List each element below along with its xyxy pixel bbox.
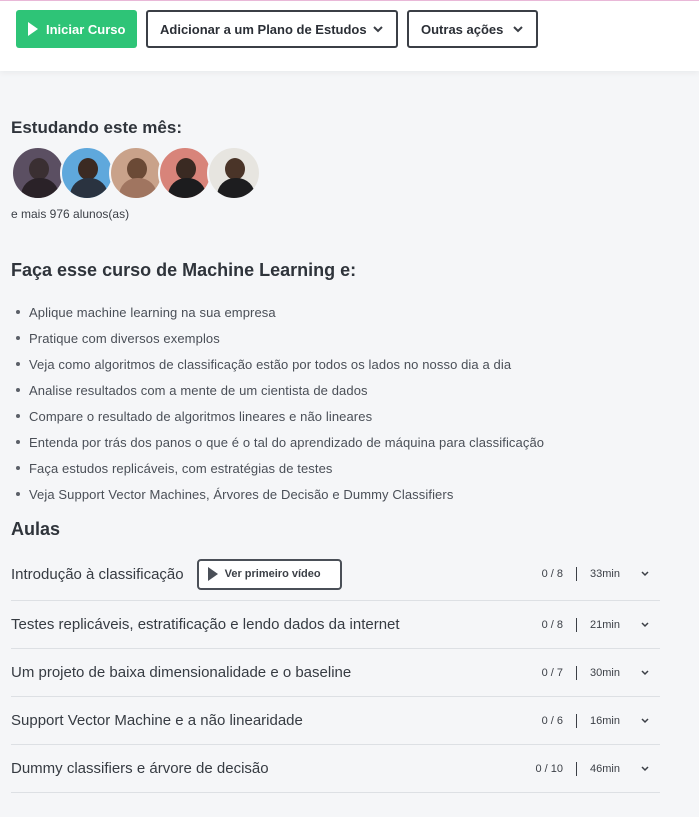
play-icon: [28, 22, 38, 36]
other-actions-label: Outras ações: [421, 21, 504, 37]
lesson-progress: 0 / 6: [541, 714, 563, 727]
start-course-button[interactable]: Iniciar Curso: [16, 10, 137, 48]
list-item: Aplique machine learning na sua empresa: [16, 299, 636, 325]
lessons-title: Aulas: [11, 519, 61, 539]
course-benefits-list: Aplique machine learning na sua empresa …: [16, 299, 636, 507]
add-to-study-plan-button[interactable]: Adicionar a um Plano de Estudos: [146, 10, 398, 48]
lesson-title: Dummy classifiers e árvore de decisão: [11, 760, 269, 777]
avatar[interactable]: [60, 146, 114, 200]
course-action-bar: Iniciar Curso Adicionar a um Plano de Es…: [0, 0, 699, 71]
avatar[interactable]: [207, 146, 261, 200]
lesson-duration: 30min: [590, 666, 620, 679]
avatar[interactable]: [109, 146, 163, 200]
lesson-duration: 33min: [590, 568, 620, 580]
lesson-title: Introdução à classificação: [11, 565, 184, 583]
lesson-row[interactable]: Dummy classifiers e árvore de decisão 0 …: [11, 745, 660, 793]
lesson-row[interactable]: Support Vector Machine e a não linearida…: [11, 697, 660, 745]
bullet-icon: [16, 466, 20, 470]
divider: [576, 567, 577, 581]
list-item: Veja Support Vector Machines, Árvores de…: [16, 481, 636, 507]
avatar[interactable]: [158, 146, 212, 200]
bullet-icon: [16, 310, 20, 314]
lesson-title: Support Vector Machine e a não linearida…: [11, 712, 303, 729]
lesson-title: Testes replicáveis, estratificação e len…: [11, 616, 400, 633]
list-item: Veja como algoritmos de classificação es…: [16, 351, 636, 377]
list-item: Pratique com diversos exemplos: [16, 325, 636, 351]
chevron-down-icon[interactable]: [630, 764, 660, 774]
lessons-list: Introdução à classificação Ver primeiro …: [11, 548, 660, 793]
lesson-row[interactable]: Um projeto de baixa dimensionalidade e o…: [11, 649, 660, 697]
avatar[interactable]: [11, 146, 65, 200]
course-benefits-title: Faça esse curso de Machine Learning e:: [11, 260, 357, 280]
divider: [576, 761, 577, 776]
start-course-label: Iniciar Curso: [46, 21, 126, 37]
add-to-study-plan-label: Adicionar a um Plano de Estudos: [160, 21, 367, 37]
chevron-down-icon[interactable]: [630, 569, 660, 579]
list-item: Entenda por trás dos panos o que é o tal…: [16, 429, 636, 455]
divider: [576, 713, 577, 728]
bullet-icon: [16, 362, 20, 366]
lesson-duration: 16min: [590, 714, 620, 727]
lesson-duration: 46min: [590, 762, 620, 775]
list-item: Analise resultados com a mente de um cie…: [16, 377, 636, 403]
lesson-progress: 0 / 7: [541, 666, 563, 679]
divider: [576, 665, 577, 680]
lesson-progress: 0 / 8: [541, 618, 563, 631]
bullet-icon: [16, 388, 20, 392]
chevron-down-icon[interactable]: [630, 716, 660, 726]
chevron-down-icon[interactable]: [630, 668, 660, 678]
bullet-icon: [16, 492, 20, 496]
lesson-meta: 0 / 10 46min: [531, 745, 660, 792]
lesson-meta: 0 / 8 21min: [531, 601, 660, 648]
chevron-down-icon: [512, 23, 524, 35]
student-avatars: [11, 146, 271, 202]
more-students-count: e mais 976 alunos(as): [11, 207, 130, 221]
lesson-row[interactable]: Testes replicáveis, estratificação e len…: [11, 601, 660, 649]
bullet-icon: [16, 336, 20, 340]
divider: [576, 617, 577, 632]
bullet-icon: [16, 440, 20, 444]
chevron-down-icon: [372, 23, 384, 35]
lesson-meta: 0 / 7 30min: [531, 649, 660, 696]
lesson-row[interactable]: Introdução à classificação Ver primeiro …: [11, 548, 660, 601]
list-item: Compare o resultado de algoritmos linear…: [16, 403, 636, 429]
studying-this-month-title: Estudando este mês:: [11, 118, 182, 137]
lesson-progress: 0 / 10: [535, 762, 563, 775]
bullet-icon: [16, 414, 20, 418]
lesson-meta: 0 / 6 16min: [531, 697, 660, 744]
play-icon: [207, 567, 218, 581]
lesson-meta: 0 / 8 33min: [531, 548, 660, 600]
lesson-title: Um projeto de baixa dimensionalidade e o…: [11, 664, 352, 681]
chevron-down-icon[interactable]: [630, 620, 660, 630]
list-item: Faça estudos replicáveis, com estratégia…: [16, 455, 636, 481]
watch-first-video-button[interactable]: Ver primeiro vídeo: [196, 558, 342, 590]
watch-first-video-label: Ver primeiro vídeo: [224, 568, 321, 580]
other-actions-button[interactable]: Outras ações: [407, 10, 538, 48]
lesson-progress: 0 / 8: [541, 568, 563, 580]
lesson-duration: 21min: [590, 618, 620, 631]
